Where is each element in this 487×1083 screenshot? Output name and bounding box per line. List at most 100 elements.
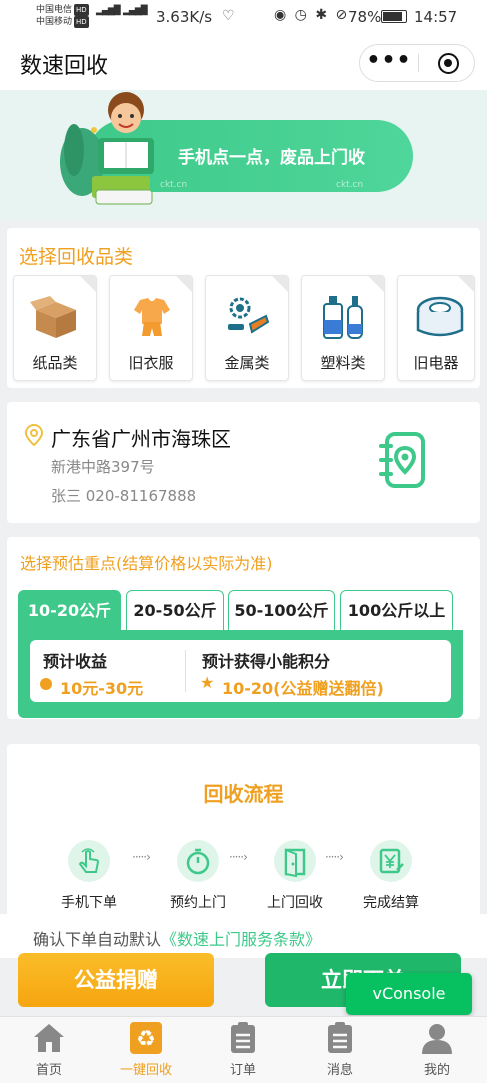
category-title: 选择回收品类 bbox=[19, 246, 134, 268]
points-label: 预计获得小能积分 bbox=[202, 652, 331, 671]
weight-title: 选择预估重点(结算价格以实际为准) bbox=[20, 554, 273, 573]
donate-button[interactable]: 公益捐赠 bbox=[18, 953, 214, 1007]
arrow-icon: ·····› bbox=[325, 850, 344, 864]
category-appliance[interactable]: 旧电器 bbox=[397, 275, 475, 381]
address-street: 新港中路397号 bbox=[51, 458, 155, 476]
category-label: 纸品类 bbox=[32, 354, 78, 372]
tap-hand-icon bbox=[78, 848, 100, 873]
category-label: 旧衣服 bbox=[128, 354, 174, 372]
vconsole-button[interactable]: vConsole bbox=[346, 973, 472, 1015]
step-label: 手机下单 bbox=[61, 895, 117, 911]
step-order: 手机下单 bbox=[49, 840, 129, 912]
process-section: 回收流程 手机下单 ·····› 预约上门 ·····› 上门回收 ·····›… bbox=[7, 744, 480, 919]
bottom-tabbar: 首页 ♻ 一键回收 订单 消息 我的 bbox=[0, 1016, 487, 1083]
tab-profile[interactable]: 我的 bbox=[397, 1021, 477, 1078]
income-label: 预计收益 bbox=[43, 652, 108, 671]
category-section: 选择回收品类 纸品类 旧衣服 金属类 塑料类 旧电器 bbox=[7, 228, 480, 388]
page-title: 数速回收 bbox=[20, 54, 109, 79]
category-clothes[interactable]: 旧衣服 bbox=[109, 275, 193, 381]
category-label: 塑料类 bbox=[320, 354, 366, 372]
address-region: 广东省广州市海珠区 bbox=[51, 427, 231, 451]
star-icon: ★ bbox=[200, 673, 215, 692]
terms-link[interactable]: 《数速上门服务条款》 bbox=[161, 930, 321, 949]
close-target-icon[interactable] bbox=[438, 53, 459, 74]
heart-icon: ♡ bbox=[222, 8, 235, 24]
estimate-box: 预计收益 10元-30元 预计获得小能积分 ★ 10-20(公益赠送翻倍) bbox=[30, 640, 451, 702]
status-icons: ◉ ◷ ✱ ⊘ bbox=[274, 7, 350, 23]
metal-icon bbox=[228, 297, 270, 334]
category-label: 旧电器 bbox=[413, 354, 459, 372]
terms-bar: 确认下单自动默认《数速上门服务条款》 bbox=[0, 914, 487, 958]
step-appointment: 预约上门 bbox=[158, 840, 238, 912]
watermark: ckt.cn bbox=[160, 180, 188, 190]
net-speed: 3.63K/s bbox=[156, 8, 213, 26]
arrow-icon: ·····› bbox=[132, 850, 151, 864]
step-label: 上门回收 bbox=[267, 895, 323, 911]
signal-icon: ▂▄▆█ bbox=[96, 6, 121, 16]
box-icon bbox=[30, 296, 76, 338]
process-title: 回收流程 bbox=[203, 782, 284, 806]
orders-icon bbox=[231, 1022, 255, 1053]
carrier2: 中国移动 bbox=[36, 17, 73, 27]
points-value: 10-20(公益赠送翻倍) bbox=[222, 679, 384, 698]
tab-recycle[interactable]: ♻ 一键回收 bbox=[106, 1021, 186, 1078]
tab-weight-50-100[interactable]: 50-100公斤 bbox=[228, 590, 335, 630]
tab-weight-20-50[interactable]: 20-50公斤 bbox=[126, 590, 224, 630]
category-plastic[interactable]: 塑料类 bbox=[301, 275, 385, 381]
tab-label: 消息 bbox=[326, 1063, 353, 1078]
carrier-info: 中国电信 HD 中国移动 HD bbox=[36, 4, 89, 28]
step-label: 预约上门 bbox=[170, 895, 226, 911]
clock: 14:57 bbox=[414, 8, 458, 26]
estimate-panel: 预计收益 10元-30元 预计获得小能积分 ★ 10-20(公益赠送翻倍) bbox=[18, 630, 463, 718]
tab-label: 订单 bbox=[229, 1063, 256, 1078]
step-settle: 完成结算 bbox=[351, 840, 431, 912]
address-card[interactable]: 广东省广州市海珠区 新港中路397号 张三 020-81167888 bbox=[7, 402, 480, 523]
status-bar: 中国电信 HD 中国移动 HD ▂▄▆█ ▂▄▆█ 3.63K/s ♡ ◉ ◷ ✱ … bbox=[0, 0, 487, 34]
watermark: ckt.cn bbox=[336, 180, 364, 190]
step-pickup: 上门回收 bbox=[255, 840, 335, 912]
terms-prefix: 确认下单自动默认 bbox=[33, 930, 162, 949]
hd-badge: HD bbox=[74, 16, 89, 28]
hd-badge: HD bbox=[74, 4, 89, 16]
tab-label: 我的 bbox=[423, 1063, 450, 1078]
income-value: 10元-30元 bbox=[60, 679, 144, 698]
tab-label: 首页 bbox=[35, 1063, 62, 1078]
svg-text:♻: ♻ bbox=[136, 1027, 156, 1052]
arrow-icon: ·····› bbox=[229, 850, 248, 864]
tab-home[interactable]: 首页 bbox=[9, 1021, 89, 1078]
coin-icon bbox=[40, 678, 52, 690]
battery-icon bbox=[381, 10, 407, 23]
app-header: 数速回收 ••• bbox=[0, 34, 487, 90]
appliance-icon bbox=[416, 296, 464, 337]
bottle-icon bbox=[323, 296, 363, 339]
messages-icon bbox=[328, 1022, 352, 1053]
signal-icon: ▂▄▆█ bbox=[123, 6, 148, 16]
tab-label: 一键回收 bbox=[119, 1063, 172, 1078]
mini-program-capsule: ••• bbox=[359, 44, 475, 82]
recycle-icon: ♻ bbox=[130, 1022, 162, 1054]
category-paper[interactable]: 纸品类 bbox=[13, 275, 97, 381]
invoice-yen-icon bbox=[379, 848, 404, 874]
user-icon bbox=[422, 1024, 452, 1054]
battery-level: 78% bbox=[348, 8, 382, 26]
location-pin-icon bbox=[25, 424, 43, 446]
clothes-icon bbox=[134, 298, 170, 336]
more-menu-icon[interactable]: ••• bbox=[360, 45, 418, 81]
tab-orders[interactable]: 订单 bbox=[203, 1021, 283, 1078]
address-book-icon[interactable] bbox=[377, 430, 429, 490]
tab-weight-100-plus[interactable]: 100公斤以上 bbox=[340, 590, 453, 630]
banner-slogan: 手机点一点，废品上门收 bbox=[178, 148, 365, 168]
category-label: 金属类 bbox=[224, 354, 270, 372]
tab-messages[interactable]: 消息 bbox=[300, 1021, 380, 1078]
weight-section: 选择预估重点(结算价格以实际为准) 10-20公斤 20-50公斤 50-100… bbox=[7, 537, 480, 719]
home-icon bbox=[34, 1024, 64, 1052]
step-label: 完成结算 bbox=[363, 895, 419, 911]
tab-weight-10-20[interactable]: 10-20公斤 bbox=[18, 590, 121, 630]
door-icon bbox=[284, 848, 306, 878]
stopwatch-icon bbox=[186, 848, 210, 875]
carrier1: 中国电信 bbox=[36, 5, 73, 15]
category-metal[interactable]: 金属类 bbox=[205, 275, 289, 381]
promo-banner[interactable]: 手机点一点，废品上门收 ckt.cn ckt.cn bbox=[0, 90, 487, 220]
kid-reading-illustration bbox=[60, 92, 154, 205]
address-contact: 张三 020-81167888 bbox=[51, 487, 197, 505]
